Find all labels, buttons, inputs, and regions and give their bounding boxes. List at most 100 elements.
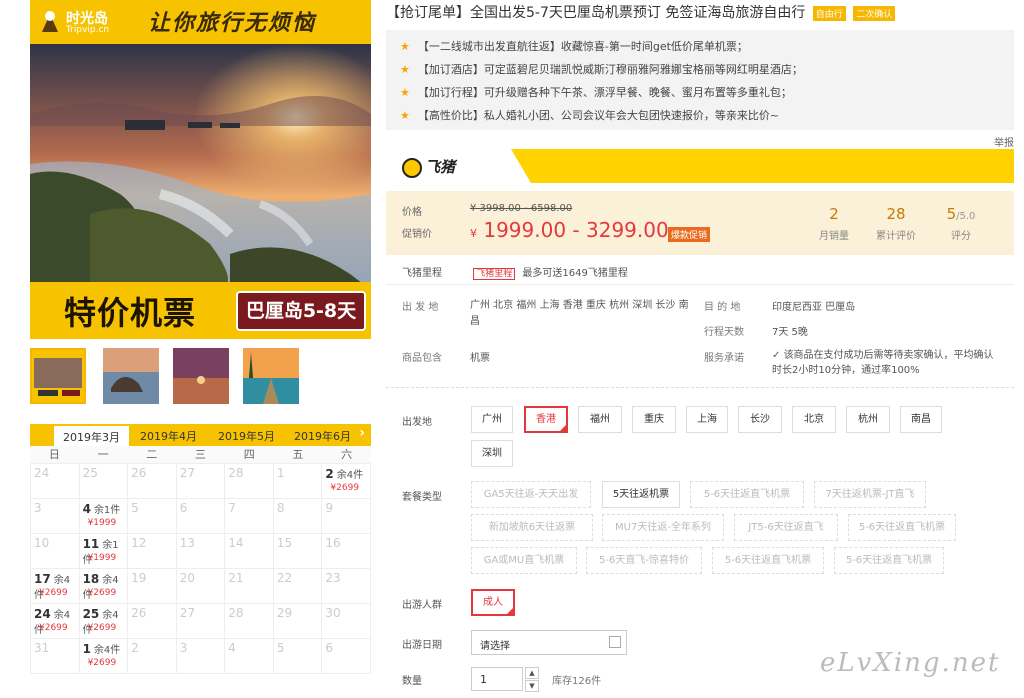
calendar-day: 25	[79, 464, 129, 499]
calendar-day-number: 26	[131, 606, 147, 620]
package-option[interactable]: 5-6天往返直飞机票	[834, 547, 944, 574]
stat-reviews[interactable]: 28 累计评价	[866, 205, 926, 242]
calendar-next-icon[interactable]: ›	[359, 425, 365, 441]
depart-option[interactable]: 长沙	[738, 406, 782, 433]
hero-banner[interactable]: 时光岛 Tripvip.cn 让你旅行无烦恼 特价机票 巴厘岛5-8天	[30, 0, 371, 339]
package-option[interactable]: 7天往返机票-JT直飞	[814, 481, 926, 508]
calendar-day-number: 30	[325, 606, 341, 620]
calendar-day: 28	[225, 604, 274, 639]
original-price: ¥ 3998.00 - 6598.00	[470, 203, 573, 214]
package-option[interactable]: GA或MU直飞机票	[471, 547, 577, 574]
calendar-day-price: ¥2699	[39, 623, 68, 633]
calendar-day[interactable]: 2 余4件 ¥2699	[322, 464, 371, 499]
calendar-day-price: ¥2699	[330, 483, 360, 493]
thumbnail-3[interactable]	[173, 348, 229, 404]
calendar-day-number: 26	[131, 466, 147, 480]
depart-option[interactable]: 香港	[524, 406, 568, 433]
product-title-text: 【抢订尾单】全国出发5-7天巴厘岛机票预订 免签证海岛旅游自由行	[386, 5, 806, 21]
package-option[interactable]: GA5天往返-天天出发	[471, 481, 591, 508]
calendar-day-number: 3	[179, 641, 188, 655]
calendar-day-number: 20	[179, 571, 195, 585]
quantity-up-icon[interactable]: ▲	[525, 667, 539, 679]
calendar-icon	[609, 636, 621, 648]
package-option[interactable]: 5-6天往返直飞机票	[848, 514, 956, 541]
stat-rating: 5/5.0 评分	[946, 205, 976, 242]
calendar-month-tab[interactable]: 2019年5月	[218, 428, 275, 444]
calendar-day[interactable]: 18 余4件 ¥2699	[79, 569, 129, 604]
package-option[interactable]: 新加坡航6天往返票	[471, 514, 593, 541]
package-option[interactable]: 5-6天往返直飞机票	[712, 547, 824, 574]
feature-list: ★ 【一二线城市出发直航往返】收藏惊喜-第一时间get低价尾单机票； ★ 【加订酒店…	[386, 30, 1014, 130]
calendar-day-number: 13	[179, 536, 195, 550]
calendar-day[interactable]: 11 余1件 ¥1999	[79, 534, 129, 569]
divider	[386, 284, 1014, 285]
calendar-day: 4	[225, 639, 274, 674]
travel-date-picker[interactable]: 请选择	[471, 630, 627, 655]
product-badge: 自由行	[812, 5, 846, 21]
calendar-day-stock: 余4件	[93, 645, 121, 656]
package-option[interactable]: MU7天往返-全年系列	[602, 514, 724, 541]
depart-option[interactable]: 南昌	[900, 406, 942, 433]
depart-option[interactable]: 广州	[471, 406, 513, 433]
calendar-day[interactable]: 17 余4件 ¥2699	[31, 569, 80, 604]
quantity-down-icon[interactable]: ▼	[525, 680, 539, 692]
thumbnail-1[interactable]	[30, 348, 86, 404]
calendar-day: 13	[176, 534, 226, 569]
calendar-day-number: 27	[179, 606, 195, 620]
depart-option[interactable]: 福州	[578, 406, 622, 433]
days-value: 7天 5晚	[772, 327, 808, 338]
calendar-day-number: 4	[82, 502, 91, 516]
thumbnail-2[interactable]	[103, 348, 159, 404]
star-icon: ★	[400, 40, 410, 53]
promise-label: 服务承诺	[704, 353, 744, 364]
calendar-day-number: 28	[228, 606, 244, 620]
calendar-day-number: 2	[131, 641, 139, 655]
depart-option[interactable]: 上海	[686, 406, 728, 433]
package-option[interactable]: JT5-6天往返直飞	[734, 514, 838, 541]
calendar-month-tab[interactable]: 2019年6月	[294, 428, 351, 444]
calendar-day-number: 11	[82, 537, 100, 551]
calendar-day[interactable]: 24 余4件 ¥2699	[31, 604, 80, 639]
depart-option[interactable]: 深圳	[471, 440, 513, 467]
brand-logo: 时光岛 Tripvip.cn	[38, 6, 118, 38]
weekday-label: 二	[146, 448, 158, 461]
fliggy-logo: 飞猪	[402, 156, 455, 178]
calendar-day: 26	[128, 464, 177, 499]
calendar-day: 3	[176, 639, 226, 674]
calendar-day[interactable]: 4 余1件 ¥1999	[79, 499, 129, 534]
product-title: 【抢订尾单】全国出发5-7天巴厘岛机票预订 免签证海岛旅游自由行 自由行 二次确…	[386, 2, 896, 22]
thumbnail-4[interactable]	[243, 348, 299, 404]
stock-count: 库存126件	[552, 676, 602, 687]
calendar-day-number: 1	[276, 466, 285, 480]
calendar-day-number: 2	[325, 467, 334, 481]
calendar-day-number: 27	[179, 466, 195, 480]
calendar-day: 8	[273, 499, 323, 534]
calendar-day-number: 17	[34, 572, 51, 586]
calendar-day: 15	[273, 534, 323, 569]
depart-option[interactable]: 重庆	[632, 406, 676, 433]
calendar-day-number: 4	[228, 641, 236, 655]
depart-option[interactable]: 北京	[792, 406, 836, 433]
calendar-day-number: 15	[276, 536, 293, 550]
calendar-day-price: ¥2699	[87, 658, 117, 668]
weekday-label: 六	[341, 448, 353, 461]
calendar-day[interactable]: 1 余4件 ¥2699	[79, 639, 129, 674]
quantity-input[interactable]: 1	[471, 667, 523, 691]
calendar-day-number: 6	[179, 501, 188, 515]
destination-value: 印度尼西亚 巴厘岛	[772, 302, 856, 313]
report-link[interactable]: 举报	[994, 134, 1014, 149]
calendar-month-tab[interactable]: 2019年4月	[140, 428, 197, 444]
package-option[interactable]: 5天往返机票	[602, 481, 680, 508]
crowd-option-adult[interactable]: 成人	[471, 589, 515, 616]
calendar-month-tab[interactable]: 2019年3月	[54, 426, 129, 446]
calendar-day-number: 28	[228, 466, 244, 480]
platform-brand-bar: 飞猪	[386, 149, 1014, 183]
calendar-day: 6	[176, 499, 226, 534]
includes-value: 机票	[470, 353, 490, 364]
package-option[interactable]: 5-6天往返直飞机票	[690, 481, 804, 508]
calendar-day[interactable]: 25 余4件 ¥2699	[79, 604, 129, 639]
price-box: 价格 ¥ 3998.00 - 6598.00 促销价 ¥ 1999.00 - 3…	[386, 191, 1014, 255]
depart-option[interactable]: 杭州	[846, 406, 890, 433]
package-option[interactable]: 5-6天直飞-惊喜特价	[586, 547, 702, 574]
watermark: eLvXing.net	[820, 648, 1001, 678]
